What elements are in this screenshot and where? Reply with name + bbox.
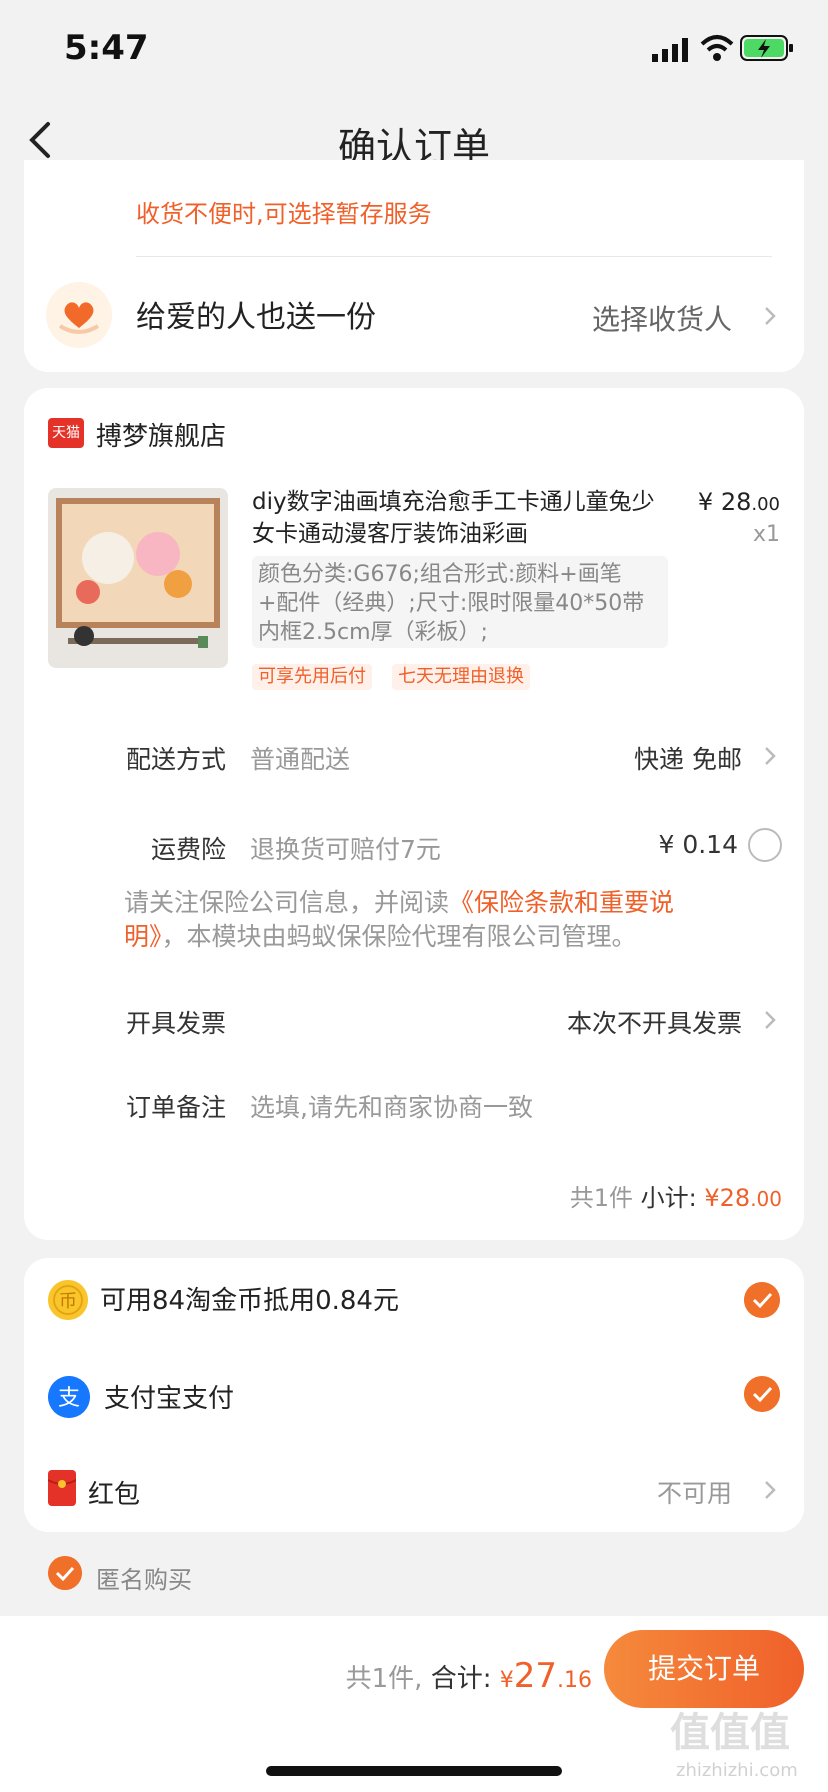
signal-icon [652,38,688,62]
total-decimal: .16 [557,1668,592,1693]
price-main: 28 [720,488,752,516]
alipay-checkmark-icon[interactable] [744,1376,780,1412]
coin-checkmark-icon[interactable] [744,1282,780,1318]
store-name[interactable]: 搏梦旗舰店 [96,416,226,453]
remark-input[interactable]: 选填,请先和商家协商一致 [250,1088,533,1124]
red-packet-status[interactable]: 不可用 [657,1474,732,1510]
total-count: 共1件, [345,1664,423,1694]
subtotal-symbol: ¥ [704,1184,720,1212]
delivery-label: 配送方式 [125,745,226,774]
chevron-right-icon[interactable] [760,1476,780,1504]
insurance-price: ¥ 0.14 [658,830,738,859]
storage-service-tip[interactable]: 收货不便时,可选择暂存服务 [136,194,432,229]
alipay-text: 支付宝支付 [104,1384,235,1414]
heart-gift-icon [46,282,112,348]
product-price: ¥ 28.00 [698,488,780,516]
invoice-label: 开具发票 [125,1009,226,1038]
remark-label: 订单备注 [125,1093,226,1122]
anonymous-purchase-label[interactable]: 匿名购买 [96,1560,192,1595]
anonymous-checkmark-icon[interactable] [48,1556,82,1590]
wifi-icon [700,35,734,61]
subtotal: 共1件 小计: ¥28.00 [570,1178,782,1213]
tmall-logo: 天猫 [48,418,84,448]
select-recipient-button[interactable]: 选择收货人 [592,298,732,338]
delivery-option[interactable]: 快递 免邮 [634,740,742,776]
product-image[interactable] [48,488,228,668]
seven-day-return-tag: 七天无理由退换 [392,664,530,690]
invoice-option[interactable]: 本次不开具发票 [567,1004,742,1040]
svg-text:币: 币 [59,1291,77,1312]
battery-charging-icon [740,35,793,61]
product-quantity: x1 [752,522,780,547]
notice-suffix: ，本模块由蚂蚁保保险代理有限公司管理。 [161,922,637,951]
insurance-value: 退换货可赔付7元 [250,835,441,864]
delivery-value: 普通配送 [250,745,351,774]
order-total: 共1件, 合计: ¥27.16 [346,1656,592,1696]
sku-description[interactable]: 颜色分类:G676;组合形式:颜料+画笔+配件（经典）;尺寸:限时限量40*50… [252,556,668,648]
taobao-coin-icon: 币 [48,1280,88,1320]
price-decimal: .00 [751,494,780,515]
insurance-radio[interactable] [748,828,782,862]
pay-later-tag: 可享先用后付 [252,664,372,690]
watermark-url: zhizhizhi.com [676,1760,798,1781]
svg-text:支: 支 [58,1386,80,1411]
taobao-coin-text: 可用84淘金币抵用0.84元 [100,1286,399,1316]
red-packet-label: 红包 [88,1480,141,1510]
home-indicator [266,1766,562,1776]
subtotal-main: 28 [719,1184,751,1212]
submit-order-button[interactable]: 提交订单 [604,1630,804,1708]
total-main: 27 [513,1656,557,1696]
total-symbol: ¥ [499,1668,514,1693]
notice-prefix: 请关注保险公司信息，并阅读 [124,888,450,917]
address-card [24,160,804,372]
gift-title: 给爱的人也送一份 [136,300,376,335]
subtotal-count: 共1件 [569,1184,633,1212]
chevron-right-icon[interactable] [760,742,780,770]
chevron-right-icon[interactable] [760,302,780,330]
insurance-label: 运费险 [150,835,226,864]
subtotal-decimal: .00 [750,1187,782,1211]
red-packet-icon [48,1470,76,1506]
total-label: 合计: [430,1664,492,1694]
status-time: 5:47 [64,28,149,68]
alipay-icon: 支 [48,1376,90,1418]
watermark: 值值值 [670,1710,790,1756]
subtotal-label: 小计: [640,1184,697,1212]
insurance-notice: 请关注保险公司信息，并阅读《保险条款和重要说明》，本模块由蚂蚁保保险代理有限公司… [124,886,724,954]
divider [136,256,772,257]
chevron-right-icon[interactable] [760,1006,780,1034]
price-symbol: ¥ [697,488,714,516]
product-title[interactable]: diy数字油画填充治愈手工卡通儿童兔少女卡通动漫客厅装饰油彩画 [252,486,672,550]
